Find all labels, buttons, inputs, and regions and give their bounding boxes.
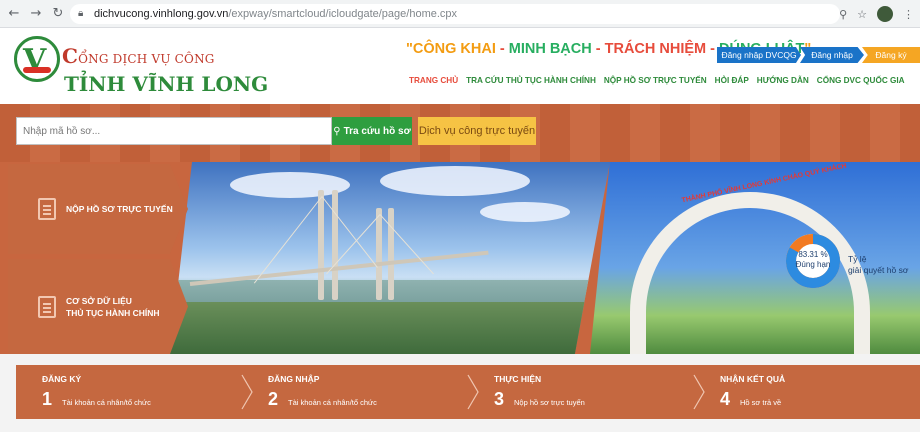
back-icon[interactable]: ←	[6, 6, 22, 22]
brand-line-1: CỔNG DỊCH VỤ CÔNG	[62, 44, 215, 68]
step-perform[interactable]: THỰC HIỆN 3 Nộp hồ sơ trực tuyến	[472, 365, 698, 419]
reload-icon[interactable]: ↻	[50, 6, 66, 22]
bridge-photo	[170, 162, 610, 354]
panel-1-label: NỘP HỒ SƠ TRỰC TUYẾN	[66, 204, 173, 214]
address-bar[interactable]: 🔒︎ dichvucong.vinhlong.gov.vn/expway/sma…	[70, 4, 840, 24]
browser-menu-icon[interactable]: ⋮	[903, 8, 914, 21]
nav-online-submission[interactable]: NỘP HỒ SƠ TRỰC TUYẾN	[604, 76, 707, 85]
file-list-icon	[38, 295, 56, 318]
logo-wave-icon	[23, 67, 51, 73]
login-dvcqg-button[interactable]: Đăng nhập DVCQG	[717, 47, 801, 63]
zoom-icon[interactable]: ⚲	[839, 8, 847, 21]
url-path: /expway/smartcloud/icloudgate/page/home.…	[228, 8, 458, 20]
panel-online-submission[interactable]: NỘP HỒ SƠ TRỰC TUYẾN	[8, 164, 188, 254]
on-time-percent: 83.31 %	[798, 250, 828, 259]
on-time-label: Đúng hạn	[795, 260, 831, 269]
online-services-button[interactable]: Dịch vụ công trực tuyến	[418, 117, 536, 145]
nav-home[interactable]: TRANG CHỦ	[409, 76, 458, 85]
step-register[interactable]: ĐĂNG KÝ 1 Tài khoản cá nhân/tổ chức	[20, 365, 246, 419]
step-receive-result[interactable]: NHẬN KẾT QUẢ 4 Hồ sơ trả về	[698, 365, 920, 419]
nav-guide[interactable]: HƯỚNG DẪN	[757, 76, 809, 85]
url-host: dichvucong.vinhlong.gov.vn	[94, 8, 229, 20]
on-time-rate-donut: 83.31 % Đúng hạn	[782, 230, 844, 292]
lookup-record-button[interactable]: ⚲ Tra cứu hồ sơ	[332, 117, 412, 145]
lookup-record-label: Tra cứu hồ sơ	[343, 125, 411, 137]
panel-procedure-database[interactable]: CƠ SỞ DỮ LIỆU THỦ TỤC HÀNH CHÍNH	[8, 259, 188, 354]
profile-avatar[interactable]	[877, 6, 893, 22]
bookmark-star-icon[interactable]: ☆	[857, 8, 867, 21]
lock-icon: 🔒︎	[78, 8, 84, 19]
panel-2-label-line-2: THỦ TỤC HÀNH CHÍNH	[66, 307, 160, 318]
brand-line-2: TỈNH VĨNH LONG	[64, 72, 269, 96]
document-icon	[38, 198, 56, 220]
on-time-caption: Tỷ lệ giải quyết hồ sơ	[848, 254, 909, 275]
main-nav: TRANG CHỦ TRA CỨU THỦ TỤC HÀNH CHÍNH NỘP…	[409, 76, 913, 85]
panel-2-label-line-1: CƠ SỞ DỮ LIỆU	[66, 295, 132, 306]
site-logo[interactable]: V	[14, 36, 60, 82]
nav-procedure-lookup[interactable]: TRA CỨU THỦ TỤC HÀNH CHÍNH	[466, 76, 596, 85]
record-code-input[interactable]	[16, 117, 332, 145]
step-login[interactable]: ĐĂNG NHẬP 2 Tài khoản cá nhân/tổ chức	[246, 365, 472, 419]
nav-faq[interactable]: HỎI ĐÁP	[715, 76, 749, 85]
search-icon: ⚲	[333, 125, 341, 137]
nav-national-portal[interactable]: CỔNG DVC QUỐC GIA	[817, 76, 905, 85]
forward-icon[interactable]: →	[28, 6, 44, 22]
login-button[interactable]: Đăng nhập	[800, 47, 864, 63]
browser-toolbar: ← → ↻ 🔒︎ dichvucong.vinhlong.gov.vn/expw…	[0, 0, 920, 28]
register-button[interactable]: Đăng ký	[862, 47, 920, 63]
site-header: V CỔNG DỊCH VỤ CÔNG TỈNH VĨNH LONG "CÔNG…	[0, 28, 920, 104]
